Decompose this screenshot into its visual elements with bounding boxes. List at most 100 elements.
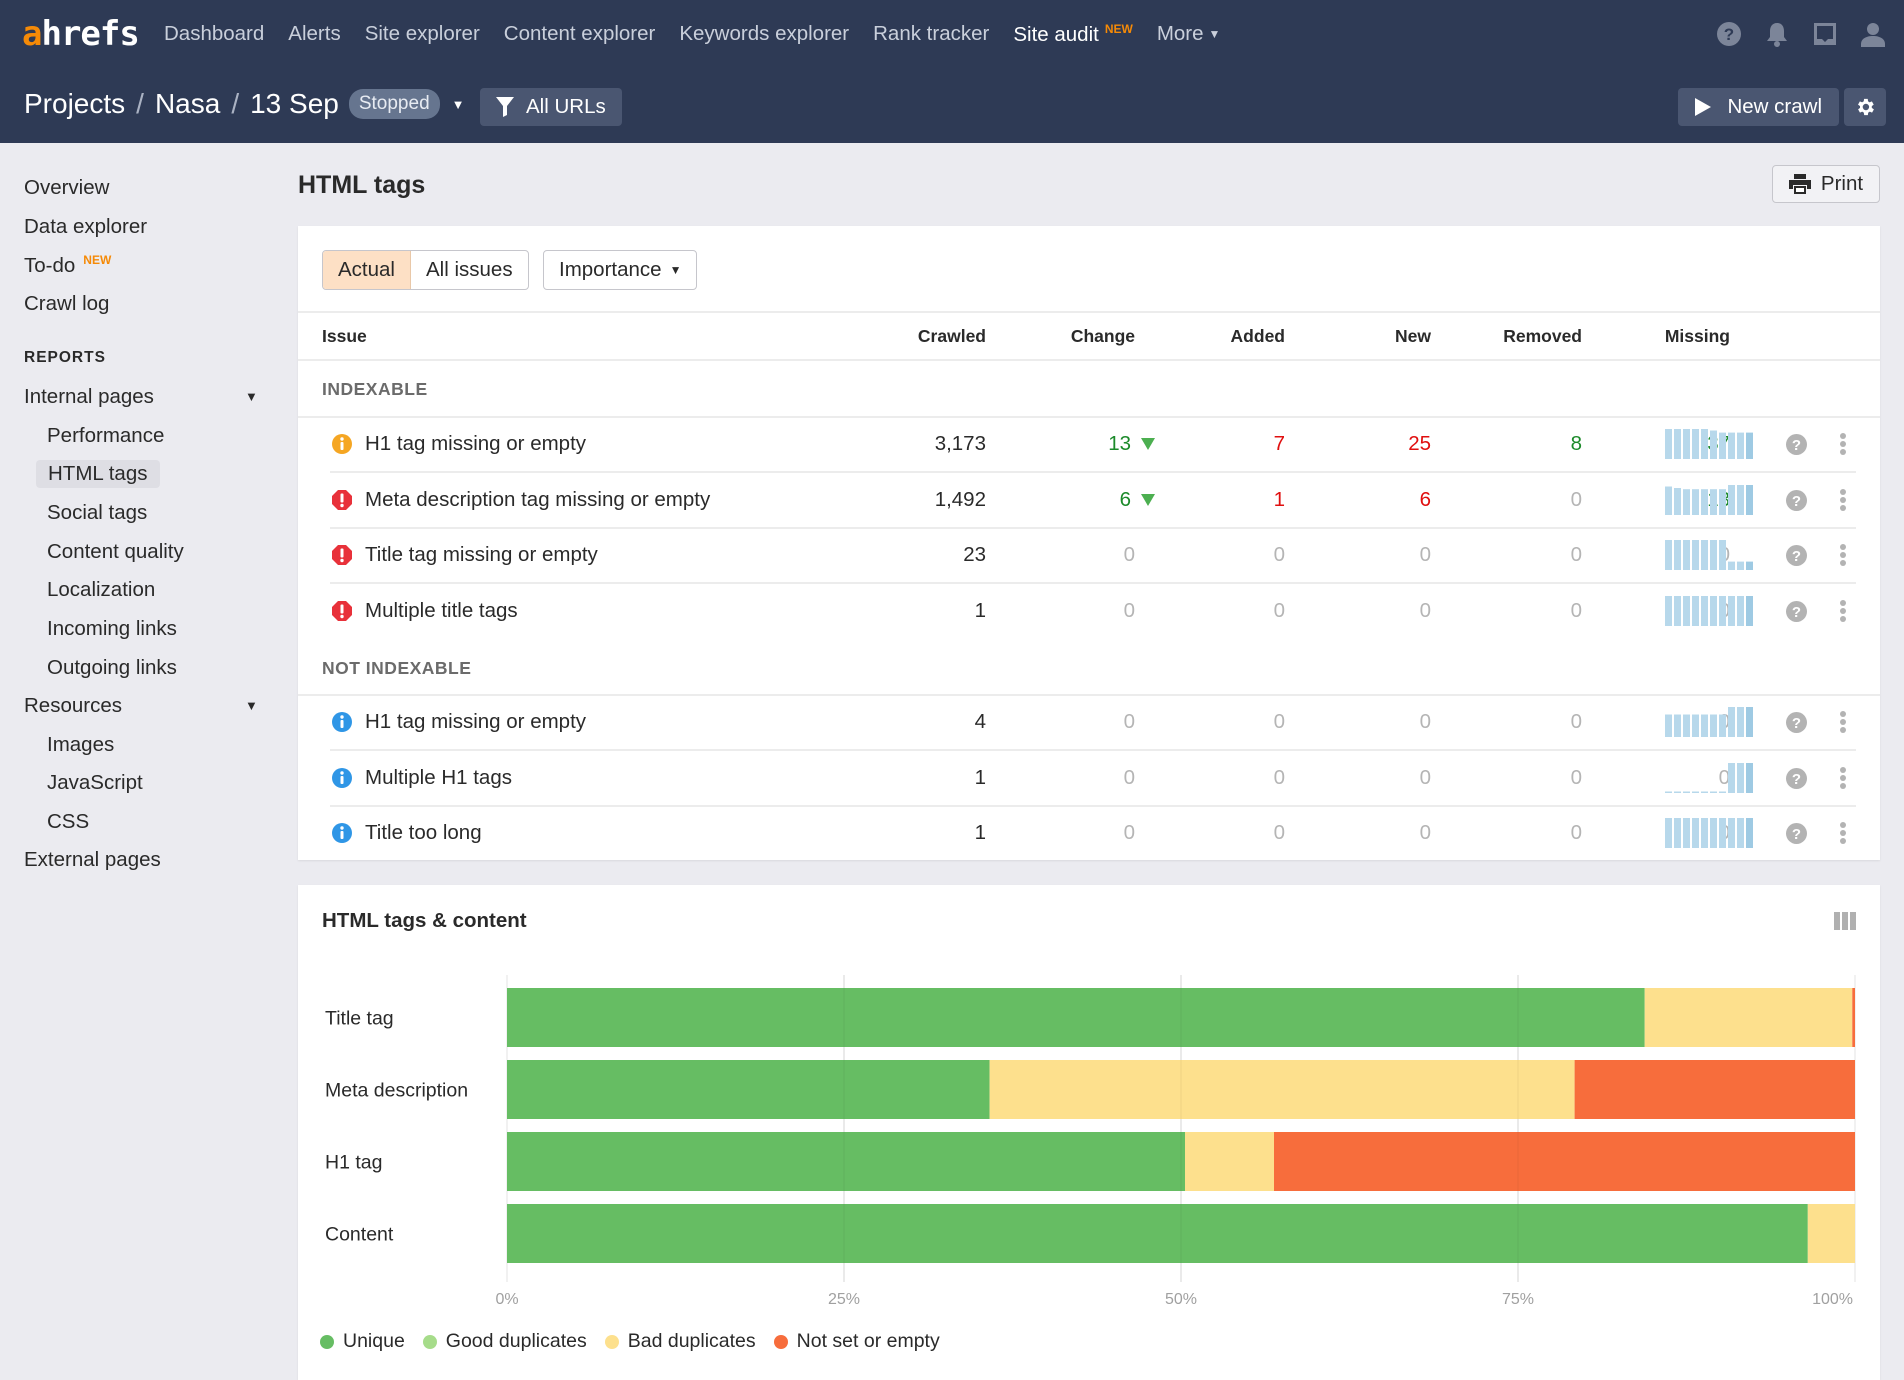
- trend-sparkline[interactable]: [1665, 595, 1753, 626]
- more-options-icon[interactable]: [1839, 543, 1847, 572]
- cell-crawled[interactable]: 3,173: [886, 432, 986, 456]
- issue-name[interactable]: Meta description tag missing or empty: [365, 488, 710, 512]
- more-options-icon[interactable]: [1839, 599, 1847, 628]
- nav-more[interactable]: More ▼: [1157, 22, 1221, 47]
- column-header-removed[interactable]: Removed: [1482, 326, 1582, 347]
- sidebar-item-data-explorer[interactable]: Data explorer: [24, 215, 147, 239]
- more-options-icon[interactable]: [1839, 432, 1847, 461]
- issue-name[interactable]: Multiple H1 tags: [365, 766, 512, 790]
- nav-site-explorer[interactable]: Site explorer: [365, 22, 480, 47]
- settings-button[interactable]: [1844, 88, 1886, 126]
- collapse-caret-icon[interactable]: ▼: [245, 698, 258, 713]
- help-icon[interactable]: ?: [1786, 823, 1807, 849]
- trend-sparkline[interactable]: [1665, 707, 1753, 737]
- issue-name[interactable]: H1 tag missing or empty: [365, 710, 586, 734]
- nav-rank-tracker[interactable]: Rank tracker: [873, 22, 989, 47]
- trend-sparkline[interactable]: [1665, 484, 1753, 515]
- trend-sparkline[interactable]: [1665, 429, 1753, 459]
- print-button[interactable]: Print: [1772, 165, 1880, 203]
- help-icon[interactable]: ?: [1716, 20, 1742, 48]
- issue-name[interactable]: Title too long: [365, 821, 482, 845]
- sidebar-item-content-quality[interactable]: Content quality: [47, 540, 184, 564]
- chart-view-toggle-icon[interactable]: [1834, 912, 1856, 935]
- column-header-new[interactable]: New: [1331, 326, 1431, 347]
- help-icon[interactable]: ?: [1786, 767, 1807, 794]
- trend-sparkline[interactable]: [1665, 540, 1753, 570]
- ahrefs-logo[interactable]: ahrefs: [22, 14, 140, 54]
- cell-crawled[interactable]: 1: [886, 766, 986, 790]
- cell-crawled[interactable]: 1: [886, 821, 986, 845]
- legend-item[interactable]: Good duplicates: [422, 1330, 587, 1353]
- cell-crawled[interactable]: 23: [886, 543, 986, 567]
- column-header-crawled[interactable]: Crawled: [886, 326, 986, 347]
- importance-dropdown[interactable]: Importance ▼: [543, 250, 698, 290]
- issue-name[interactable]: H1 tag missing or empty: [365, 432, 586, 456]
- sidebar-item-incoming-links[interactable]: Incoming links: [47, 617, 177, 641]
- sidebar-item-html-tags[interactable]: HTML tags: [36, 460, 160, 488]
- column-header-issue[interactable]: Issue: [322, 326, 367, 347]
- more-options-icon[interactable]: [1839, 766, 1847, 795]
- sidebar-item-resources[interactable]: Resources: [24, 694, 122, 718]
- nav-content-explorer[interactable]: Content explorer: [504, 22, 656, 47]
- collapse-caret-icon[interactable]: ▼: [245, 389, 258, 404]
- column-header-change[interactable]: Change: [1035, 326, 1135, 347]
- help-icon[interactable]: ?: [1786, 545, 1807, 571]
- legend-item[interactable]: Bad duplicates: [604, 1330, 756, 1353]
- legend-item[interactable]: Not set or empty: [773, 1330, 940, 1353]
- bell-icon[interactable]: [1764, 20, 1790, 48]
- nav-site-audit[interactable]: Site audit NEW: [1013, 22, 1132, 47]
- nav-keywords-explorer[interactable]: Keywords explorer: [679, 22, 849, 47]
- issue-name[interactable]: Title tag missing or empty: [365, 543, 598, 567]
- sidebar-item-performance[interactable]: Performance: [47, 424, 164, 448]
- help-icon[interactable]: ?: [1786, 712, 1807, 738]
- legend-label: Bad duplicates: [627, 1330, 756, 1352]
- cell-crawled[interactable]: 4: [886, 710, 986, 734]
- more-options-icon[interactable]: [1839, 710, 1847, 739]
- sidebar-item-external-pages[interactable]: External pages: [24, 848, 161, 872]
- inbox-icon[interactable]: [1812, 20, 1838, 48]
- removed-value: 0: [1570, 710, 1582, 733]
- sidebar-item-social-tags[interactable]: Social tags: [47, 501, 147, 525]
- table-row[interactable]: Title too long100000?: [298, 807, 1880, 862]
- sidebar-item-overview[interactable]: Overview: [24, 176, 109, 200]
- help-icon[interactable]: ?: [1786, 434, 1807, 460]
- sidebar-item-internal-pages[interactable]: Internal pages: [24, 385, 154, 409]
- column-header-missing[interactable]: Missing: [1630, 326, 1730, 347]
- sidebar-item-localization[interactable]: Localization: [47, 578, 155, 602]
- table-row[interactable]: Title tag missing or empty2300000?: [298, 529, 1880, 584]
- more-options-icon[interactable]: [1839, 821, 1847, 850]
- all-urls-filter-button[interactable]: All URLs: [480, 88, 622, 126]
- user-icon[interactable]: [1860, 20, 1886, 48]
- sidebar-item-to-do[interactable]: To-do NEW: [24, 253, 111, 278]
- sidebar-item-css[interactable]: CSS: [47, 810, 89, 834]
- nav-alerts[interactable]: Alerts: [288, 22, 340, 47]
- column-header-added[interactable]: Added: [1185, 326, 1285, 347]
- sidebar-item-images[interactable]: Images: [47, 733, 114, 757]
- help-icon[interactable]: ?: [1786, 489, 1807, 516]
- legend-item[interactable]: Unique: [320, 1330, 405, 1353]
- table-row[interactable]: Meta description tag missing or empty 1,4…: [298, 474, 1880, 529]
- cell-crawled[interactable]: 1,492: [886, 488, 986, 512]
- help-icon[interactable]: ?: [1786, 600, 1807, 627]
- more-options-icon[interactable]: [1839, 488, 1847, 517]
- table-row[interactable]: Multiple H1 tags 1 0 0 0 0 0?: [298, 752, 1880, 807]
- breadcrumb-project-nasa[interactable]: Nasa: [155, 88, 220, 120]
- table-row[interactable]: H1 tag missing or empty 3,173 13 7 25 8 37?: [298, 418, 1880, 473]
- sparkline-bar: [1746, 432, 1753, 459]
- tab-actual[interactable]: Actual: [323, 251, 411, 289]
- table-row[interactable]: H1 tag missing or empty400000?: [298, 696, 1880, 751]
- crawl-select-caret-icon[interactable]: ▼: [452, 97, 465, 112]
- new-crawl-button[interactable]: New crawl: [1678, 88, 1839, 126]
- sidebar-item-outgoing-links[interactable]: Outgoing links: [47, 656, 177, 680]
- sidebar-item-javascript[interactable]: JavaScript: [47, 771, 143, 795]
- sidebar-item-crawl-log[interactable]: Crawl log: [24, 292, 109, 316]
- nav-dashboard[interactable]: Dashboard: [164, 22, 264, 47]
- breadcrumb-projects[interactable]: Projects: [24, 88, 125, 120]
- trend-sparkline[interactable]: [1665, 762, 1753, 793]
- trend-sparkline[interactable]: [1665, 818, 1753, 848]
- error-icon: [332, 489, 352, 510]
- table-row[interactable]: Multiple title tags100000?: [298, 585, 1880, 640]
- issue-name[interactable]: Multiple title tags: [365, 599, 518, 623]
- tab-all-issues[interactable]: All issues: [411, 251, 528, 289]
- cell-crawled[interactable]: 1: [886, 599, 986, 623]
